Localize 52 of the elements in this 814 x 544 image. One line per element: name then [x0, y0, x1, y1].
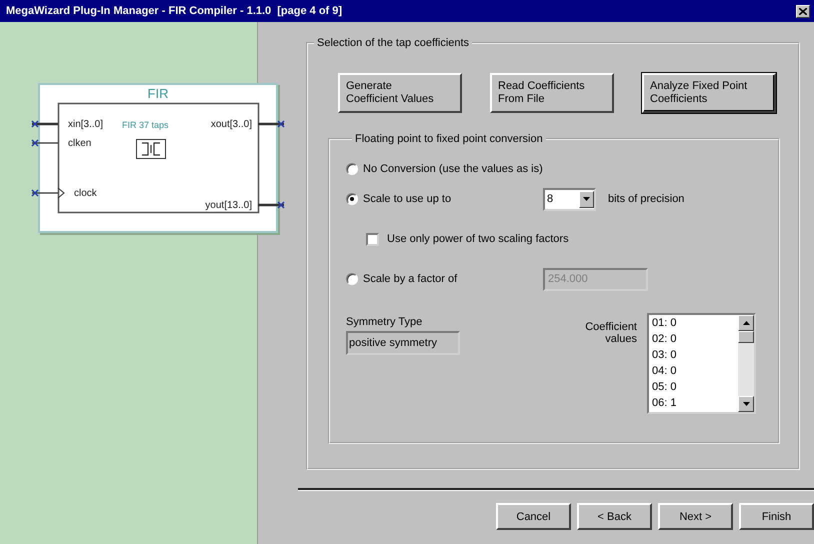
- pin-label: clken: [68, 138, 92, 150]
- list-item[interactable]: 04: 0: [652, 363, 738, 379]
- list-item[interactable]: 02: 0: [652, 331, 738, 347]
- option-label: bits of precision: [608, 193, 684, 205]
- nav-button[interactable]: < Back: [577, 503, 652, 530]
- list-item[interactable]: 05: 0: [652, 379, 738, 395]
- symmetry-field: positive symmetry: [346, 331, 460, 355]
- symbol-title: FIR: [146, 86, 170, 101]
- window-title: MegaWizard Plug-In Manager - FIR Compiler - 1.1.0 [page 4 of 9]: [6, 5, 342, 17]
- pin-wire: [31, 139, 58, 147]
- action-button[interactable]: Read Coefficients From File: [490, 73, 614, 113]
- list-item[interactable]: 03: 0: [652, 347, 738, 363]
- nav-button[interactable]: Finish: [739, 503, 814, 530]
- close-icon: [799, 8, 807, 14]
- list-item[interactable]: 01: 0: [652, 315, 738, 331]
- scrollbar[interactable]: [738, 315, 754, 412]
- filter-symbol-icon: [136, 139, 166, 159]
- bits-dropdown[interactable]: 8: [543, 188, 596, 210]
- option-label: No Conversion (use the values as is): [363, 163, 543, 175]
- group-title: Selection of the tap coefficients: [316, 37, 470, 49]
- close-button[interactable]: [796, 4, 810, 18]
- action-button[interactable]: Generate Coefficient Values: [338, 73, 462, 113]
- radio-button[interactable]: [346, 193, 358, 205]
- action-button[interactable]: Analyze Fixed Point Coefficients: [642, 73, 776, 113]
- pin-label: xout[3..0]: [210, 119, 252, 131]
- dropdown-button[interactable]: [579, 190, 594, 208]
- down-arrow-icon: [583, 197, 590, 201]
- radio-button[interactable]: [346, 163, 358, 175]
- block-label: FIR 37 taps: [122, 120, 169, 130]
- pin-label: xin[3..0]: [68, 119, 104, 131]
- scroll-thumb[interactable]: [738, 331, 754, 343]
- pin-wire: [31, 120, 58, 128]
- option-label: Use only power of two scaling factors: [387, 233, 569, 245]
- scroll-down-button[interactable]: [738, 396, 754, 412]
- scroll-up-button[interactable]: [738, 315, 754, 331]
- nav-button[interactable]: Cancel: [496, 503, 571, 530]
- group-title: Floating point to fixed point conversion: [354, 133, 544, 145]
- field-label: Coefficient values: [584, 320, 637, 347]
- list-item[interactable]: 06: 1: [652, 395, 738, 411]
- nav-button[interactable]: Next >: [658, 503, 733, 530]
- field-label: Symmetry Type: [346, 316, 424, 328]
- down-arrow-icon: [742, 402, 750, 406]
- option-label: Scale by a factor of: [363, 273, 458, 285]
- up-arrow-icon: [742, 321, 750, 325]
- clock-pin: [31, 188, 65, 198]
- checkbox[interactable]: [366, 232, 379, 246]
- pin-wire: [258, 120, 285, 128]
- pin-label: yout[13..0]: [205, 200, 252, 212]
- option-label: Scale to use up to: [363, 193, 452, 205]
- pin-wire: [258, 201, 285, 209]
- radio-button[interactable]: [346, 273, 358, 285]
- pin-label: clock: [74, 188, 97, 200]
